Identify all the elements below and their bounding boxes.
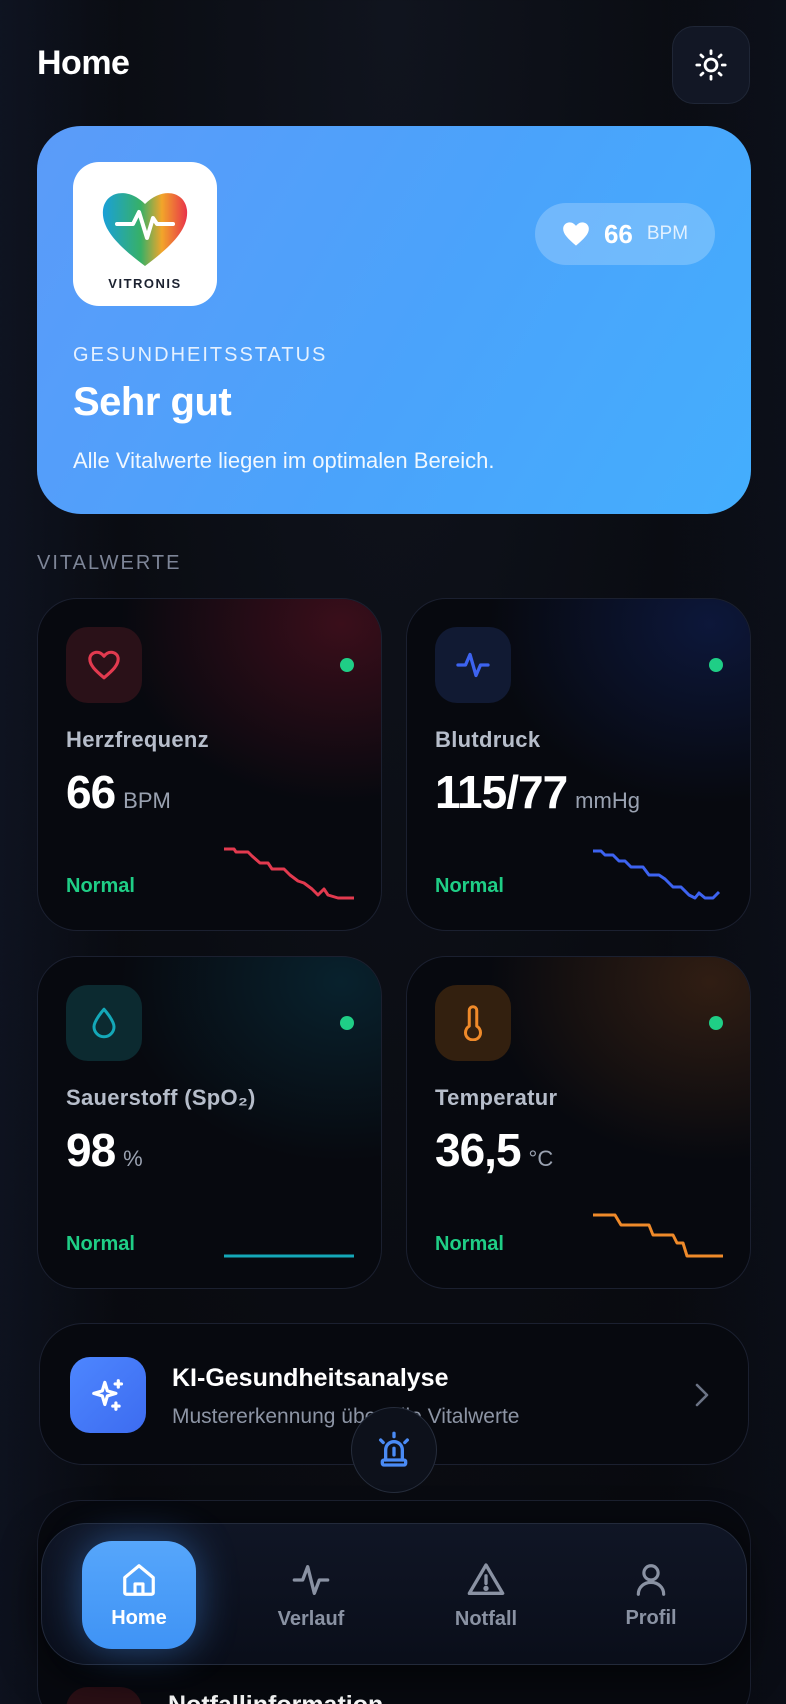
status-dot — [340, 1016, 354, 1030]
thermometer-icon-box — [435, 985, 511, 1061]
logo-text: VITRONIS — [108, 275, 182, 291]
health-status-value: Sehr gut — [73, 380, 232, 424]
status-dot — [709, 1016, 723, 1030]
emergency-info-title: Notfallinformation — [168, 1691, 383, 1704]
emergency-icon-box — [66, 1687, 142, 1704]
tab-label: Notfall — [454, 1607, 518, 1630]
activity-icon — [292, 1564, 330, 1595]
vital-title: Sauerstoff (SpO₂) — [66, 1085, 256, 1110]
vital-value-group: 36,5 °C — [435, 1123, 553, 1177]
vital-unit: °C — [528, 1146, 554, 1171]
tab-history[interactable]: Verlauf — [254, 1541, 368, 1649]
tab-emergency[interactable]: Notfall — [429, 1541, 543, 1649]
vitals-section-label: VITALWERTE — [37, 552, 182, 574]
droplet-icon — [92, 1007, 116, 1039]
sparkles-icon — [92, 1379, 124, 1411]
tab-label: Verlauf — [277, 1607, 345, 1630]
page-title: Home — [37, 44, 130, 82]
vital-unit: BPM — [123, 788, 171, 813]
bottom-tab-bar: Home Verlauf Notfall Profil — [41, 1523, 747, 1665]
vital-status: Normal — [435, 875, 504, 897]
heart-icon — [563, 222, 589, 246]
vital-status: Normal — [66, 875, 135, 897]
temperature-sparkline — [593, 1213, 723, 1258]
vital-value-group: 115/77 mmHg — [435, 765, 640, 819]
vital-value: 98 — [66, 1124, 116, 1176]
theme-toggle-button[interactable] — [672, 26, 750, 104]
heart-icon-box — [66, 627, 142, 703]
tab-profile[interactable]: Profil — [594, 1541, 708, 1649]
activity-icon-box — [435, 627, 511, 703]
heart-icon — [88, 650, 120, 680]
ai-analysis-subtitle: Mustererkennung über alle Vitalwerte — [172, 1405, 520, 1428]
home-icon — [123, 1563, 155, 1596]
oxygen-sparkline — [224, 1254, 354, 1258]
vital-title: Herzfrequenz — [66, 727, 209, 752]
activity-icon — [456, 652, 490, 678]
vital-title: Temperatur — [435, 1085, 558, 1110]
ai-analysis-title: KI-Gesundheitsanalyse — [172, 1364, 449, 1392]
app-logo: VITRONIS — [73, 162, 217, 306]
tab-label: Home — [111, 1606, 167, 1629]
vital-status: Normal — [66, 1233, 135, 1255]
vital-status: Normal — [435, 1233, 504, 1255]
health-status-card: VITRONIS 66 BPM GESUNDHEITSSTATUS Sehr g… — [37, 126, 751, 514]
thermometer-icon — [464, 1005, 482, 1041]
vital-card-oxygen[interactable]: Sauerstoff (SpO₂) 98 % Normal — [37, 956, 382, 1289]
tab-home[interactable]: Home — [82, 1541, 196, 1649]
droplet-icon-box — [66, 985, 142, 1061]
status-dot — [709, 658, 723, 672]
sun-icon — [695, 49, 727, 81]
vital-value: 66 — [66, 766, 116, 818]
vital-card-temperature[interactable]: Temperatur 36,5 °C Normal — [406, 956, 751, 1289]
bpm-unit: BPM — [646, 223, 689, 244]
vital-value-group: 98 % — [66, 1123, 143, 1177]
chevron-right-icon — [695, 1383, 709, 1407]
vital-value: 115/77 — [435, 766, 568, 818]
heart-rate-sparkline — [224, 847, 354, 900]
vitronis-logo-icon — [91, 178, 199, 266]
vital-unit: mmHg — [575, 788, 640, 813]
heart-rate-pill: 66 BPM — [535, 203, 715, 265]
vital-card-blood-pressure[interactable]: Blutdruck 115/77 mmHg Normal — [406, 598, 751, 931]
vital-unit: % — [123, 1146, 143, 1171]
health-status-label: GESUNDHEITSSTATUS — [73, 344, 328, 366]
vital-value-group: 66 BPM — [66, 765, 171, 819]
vital-value: 36,5 — [435, 1124, 522, 1176]
siren-icon — [379, 1431, 409, 1467]
vital-card-heart-rate[interactable]: Herzfrequenz 66 BPM Normal — [37, 598, 382, 931]
warning-icon — [467, 1562, 505, 1595]
blood-pressure-sparkline — [593, 849, 721, 900]
health-status-description: Alle Vitalwerte liegen im optimalen Bere… — [73, 448, 495, 473]
vital-title: Blutdruck — [435, 727, 541, 752]
tab-label: Profil — [625, 1606, 677, 1629]
bpm-value: 66 — [603, 218, 633, 249]
user-icon — [636, 1563, 666, 1596]
status-dot — [340, 658, 354, 672]
ai-icon-box — [70, 1357, 146, 1433]
emergency-alarm-button[interactable] — [351, 1407, 437, 1493]
